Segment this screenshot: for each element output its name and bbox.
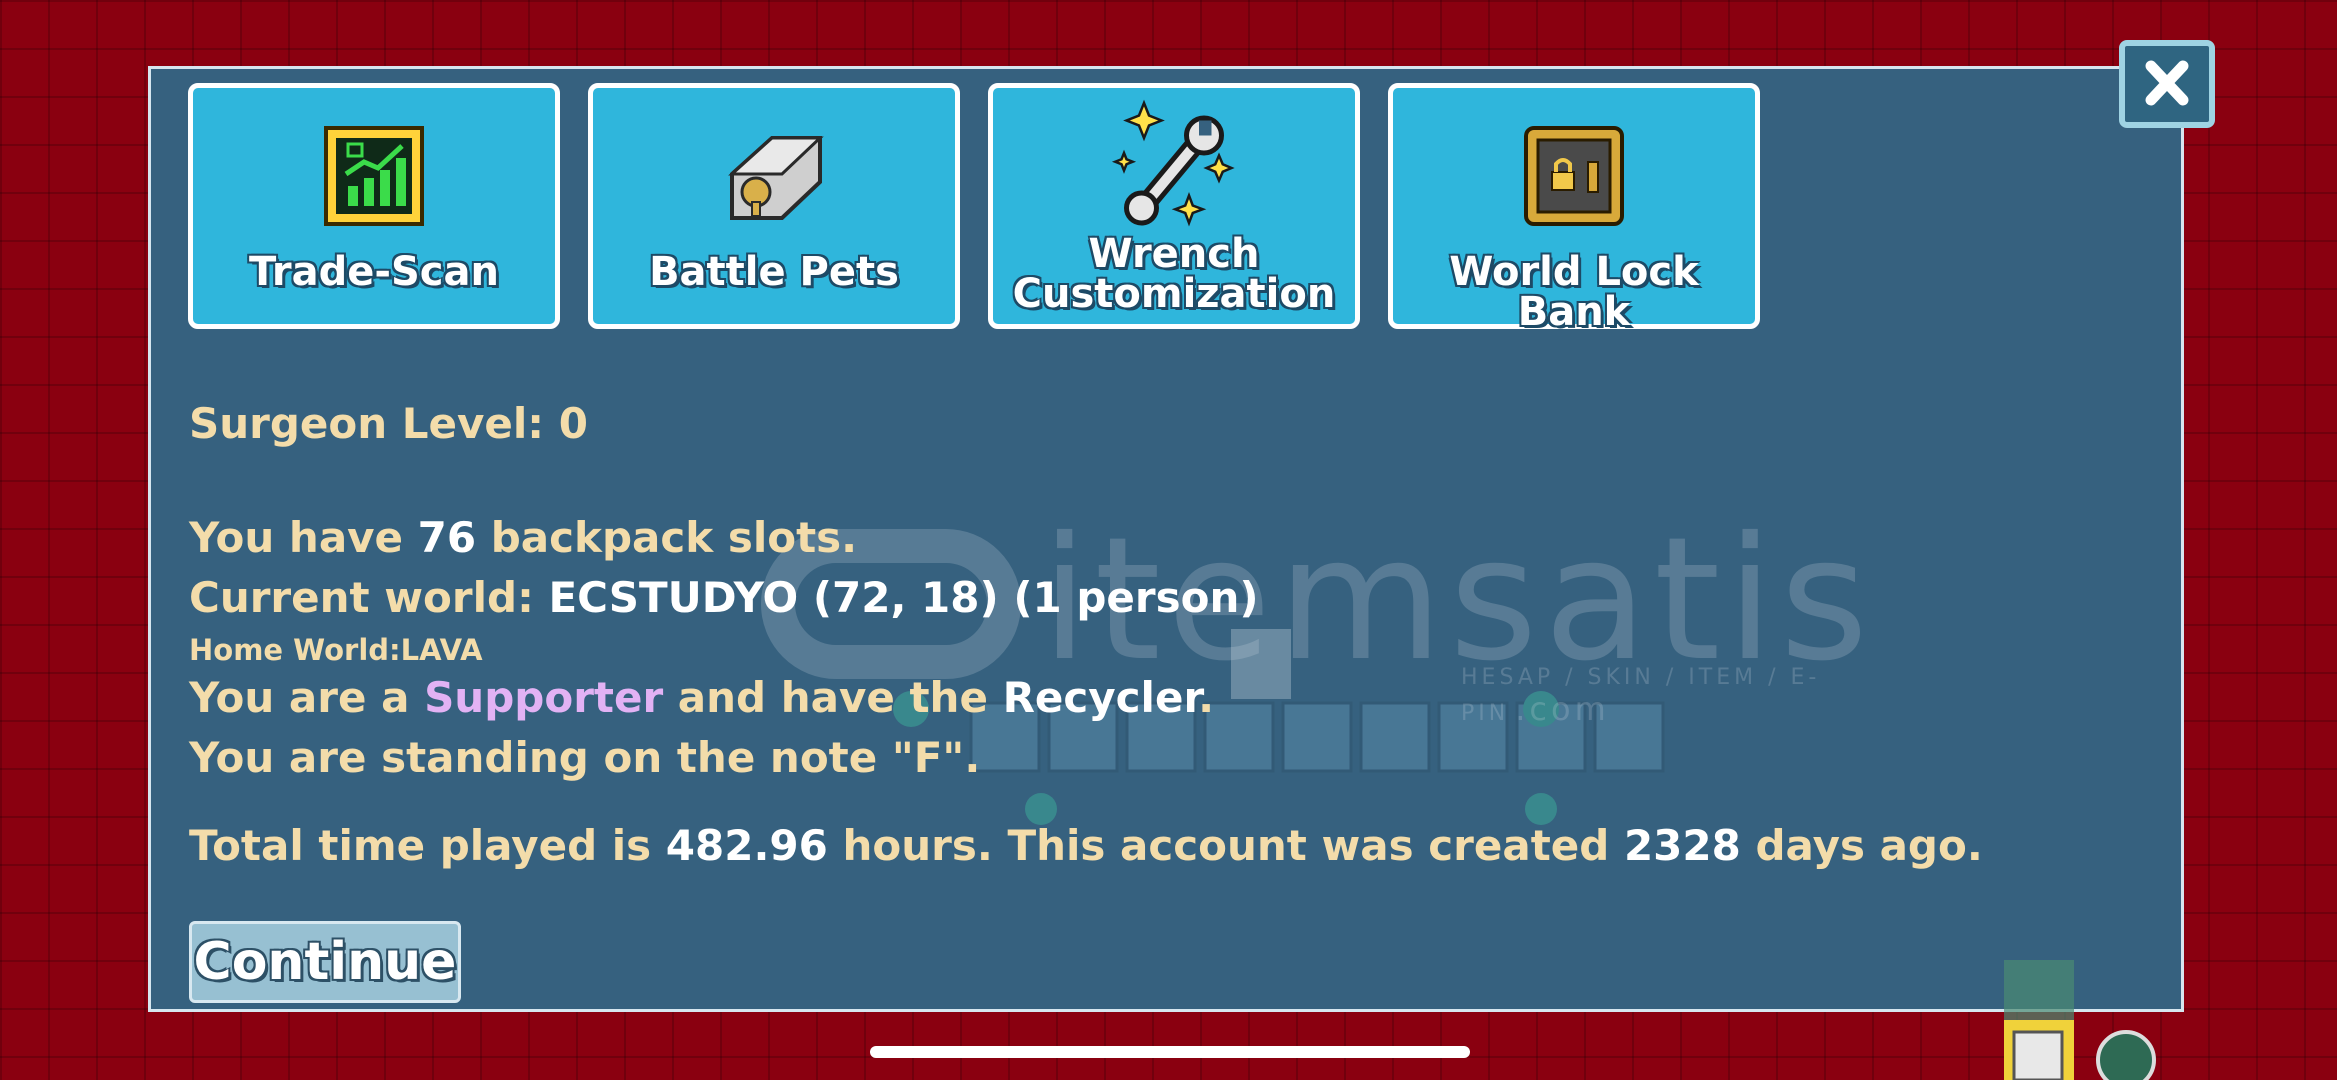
trade-scan-button[interactable]: Trade-Scan <box>188 83 560 329</box>
status-suffix: . <box>1198 673 1215 722</box>
battle-pets-button[interactable]: Battle Pets <box>588 83 960 329</box>
supporter-status-text: You are a Supporter and have the Recycle… <box>189 673 1214 722</box>
world-lock-bank-label: World Lock Bank <box>1449 249 1699 335</box>
wrench-label-line2: Customization <box>1012 271 1336 317</box>
recycler-item: Recycler <box>1002 673 1199 722</box>
continue-button[interactable]: Continue <box>189 921 461 1003</box>
battle-pets-icon <box>728 136 824 220</box>
backpack-slots-text: You have 76 backpack slots. <box>189 513 857 562</box>
surgeon-level-text: Surgeon Level: 0 <box>189 399 588 448</box>
note-text: You are standing on the note "F". <box>189 733 981 782</box>
status-mid: and have the <box>663 673 1003 722</box>
battle-pets-label: Battle Pets <box>649 249 899 295</box>
bottom-right-game-icon <box>2004 960 2156 1080</box>
close-icon <box>2145 60 2189 106</box>
hours-played: 482.96 <box>665 821 828 870</box>
close-button[interactable] <box>2119 40 2215 128</box>
trade-scan-label: Trade-Scan <box>249 249 499 295</box>
home-indicator[interactable] <box>870 1046 1470 1058</box>
time-suffix: days ago. <box>1740 821 1983 870</box>
world-lock-bank-button[interactable]: World Lock Bank <box>1388 83 1760 335</box>
time-played-text: Total time played is 482.96 hours. This … <box>189 821 1983 870</box>
backpack-suffix: backpack slots. <box>476 513 858 562</box>
wrench-icon <box>1111 99 1235 227</box>
home-world-text: Home World:LAVA <box>189 633 483 667</box>
world-lock-bank-icon <box>1524 126 1624 226</box>
current-world-prefix: Current world: <box>189 573 549 622</box>
status-prefix: You are a <box>189 673 425 722</box>
backpack-prefix: You have <box>189 513 418 562</box>
wrench-customization-label: Wrench Customization <box>993 234 1355 314</box>
supporter-role: Supporter <box>424 673 664 722</box>
trade-scan-icon <box>324 126 424 226</box>
backpack-count: 76 <box>417 513 477 562</box>
time-mid: hours. This account was created <box>827 821 1624 870</box>
wrench-customization-button[interactable]: Wrench Customization <box>988 83 1360 329</box>
wrench-label-line1: Wrench <box>1088 231 1260 277</box>
time-prefix: Total time played is <box>189 821 666 870</box>
account-age-days: 2328 <box>1623 821 1741 870</box>
current-world-value: ECSTUDYO (72, 18) (1 person) <box>548 573 1259 622</box>
current-world-text: Current world: ECSTUDYO (72, 18) (1 pers… <box>189 573 1259 622</box>
profile-dialog: itemsatis HESAP / SKIN / ITEM / E-PIN .co… <box>148 66 2184 1012</box>
